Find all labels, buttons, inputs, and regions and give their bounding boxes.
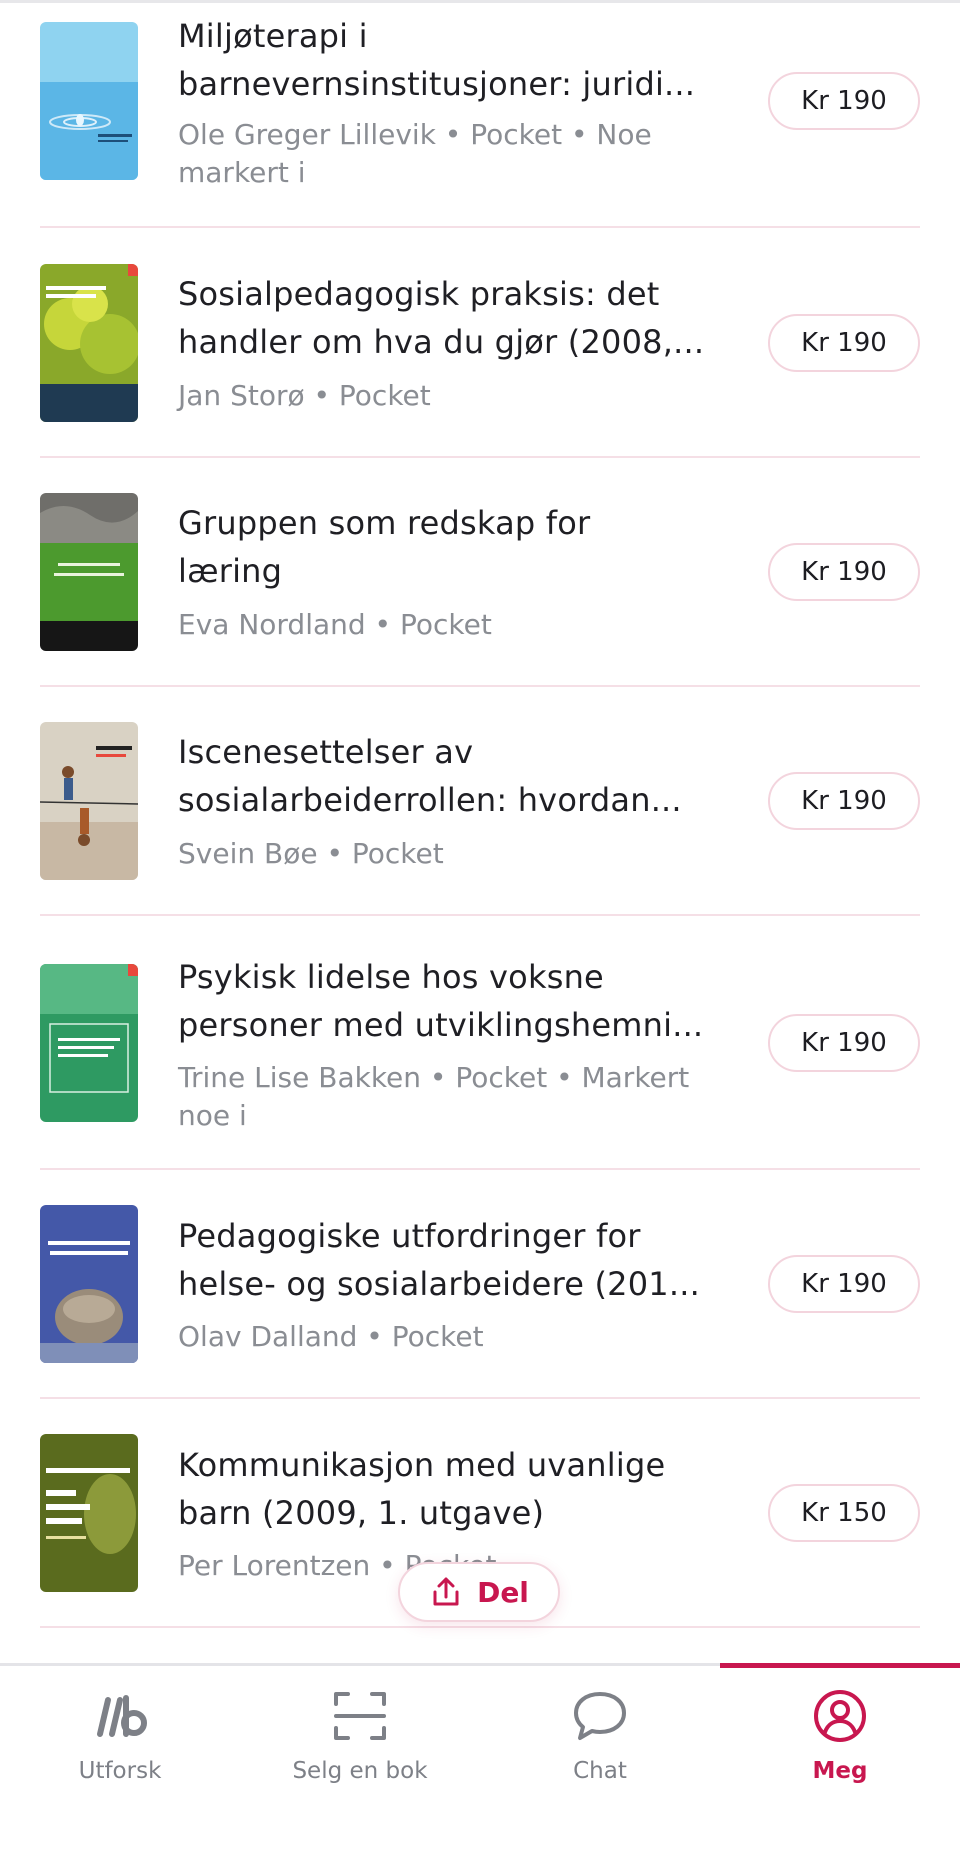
tab-label: Chat [573, 1758, 627, 1784]
divider [40, 685, 920, 687]
share-button[interactable]: Del [398, 1562, 560, 1622]
book-meta: Eva Nordland • Pocket [178, 608, 492, 641]
tab-meg[interactable]: Meg [720, 1666, 960, 1855]
price-button[interactable]: Kr 150 [768, 1484, 920, 1542]
divider [40, 226, 920, 228]
book-meta: Trine Lise Bakken • Pocket • Markert [178, 1061, 690, 1094]
book-title: Iscenesettelser av [178, 733, 474, 771]
book-meta: Jan Storø • Pocket [178, 379, 431, 412]
book-title: Pedagogiske utfordringer for [178, 1217, 641, 1255]
book-meta: Ole Greger Lillevik • Pocket • Noe [178, 118, 652, 151]
divider [40, 1168, 920, 1170]
tab-label: Selg en bok [292, 1758, 428, 1784]
book-title: personer med utviklingshemni... [178, 1006, 704, 1044]
divider [40, 1626, 920, 1628]
book-cover [40, 1205, 138, 1363]
share-label: Del [477, 1575, 529, 1609]
book-title: Psykisk lidelse hos voksne [178, 958, 604, 996]
book-title: Kommunikasjon med uvanlige [178, 1446, 666, 1484]
tab-selg-en-bok[interactable]: Selg en bok [240, 1666, 480, 1855]
book-cover [40, 493, 138, 651]
user-circle-icon [814, 1690, 866, 1742]
book-cover [40, 22, 138, 180]
book-title: barnevernsinstitusjoner: juridi... [178, 65, 696, 103]
top-edge-line [0, 0, 960, 3]
book-cover [40, 964, 138, 1122]
book-cover [40, 264, 138, 422]
share-icon [433, 1577, 459, 1606]
book-cover [40, 722, 138, 880]
book-title: helse- og sosialarbeidere (201... [178, 1265, 700, 1303]
book-cover [40, 1434, 138, 1592]
logo-icon [97, 1695, 147, 1737]
price-button[interactable]: Kr 190 [768, 72, 920, 130]
book-meta: noe i [178, 1099, 247, 1132]
price-button[interactable]: Kr 190 [768, 1014, 920, 1072]
divider [40, 914, 920, 916]
tab-label: Utforsk [78, 1758, 162, 1784]
price-button[interactable]: Kr 190 [768, 314, 920, 372]
tab-label: Meg [812, 1758, 868, 1784]
book-title: Sosialpedagogisk praksis: det [178, 275, 660, 313]
book-title: læring [178, 552, 283, 590]
book-meta: Olav Dalland • Pocket [178, 1320, 484, 1353]
bottom-tab-bar: Utforsk Selg en bok Chat Meg [0, 1663, 960, 1855]
tab-chat[interactable]: Chat [480, 1666, 720, 1855]
divider [40, 1397, 920, 1399]
book-title: sosialarbeiderrollen: hvordan... [178, 781, 682, 819]
scan-icon [334, 1692, 386, 1740]
price-button[interactable]: Kr 190 [768, 772, 920, 830]
tab-utforsk[interactable]: Utforsk [0, 1666, 240, 1855]
divider [40, 456, 920, 458]
book-meta: markert i [178, 156, 306, 189]
book-title: barn (2009, 1. utgave) [178, 1494, 545, 1532]
book-meta: Svein Bøe • Pocket [178, 837, 444, 870]
price-button[interactable]: Kr 190 [768, 1255, 920, 1313]
book-title: Miljøterapi i [178, 17, 368, 55]
book-title: handler om hva du gjør (2008,... [178, 323, 705, 361]
book-title: Gruppen som redskap for [178, 504, 591, 542]
price-button[interactable]: Kr 190 [768, 543, 920, 601]
chat-bubble-icon [574, 1692, 626, 1740]
